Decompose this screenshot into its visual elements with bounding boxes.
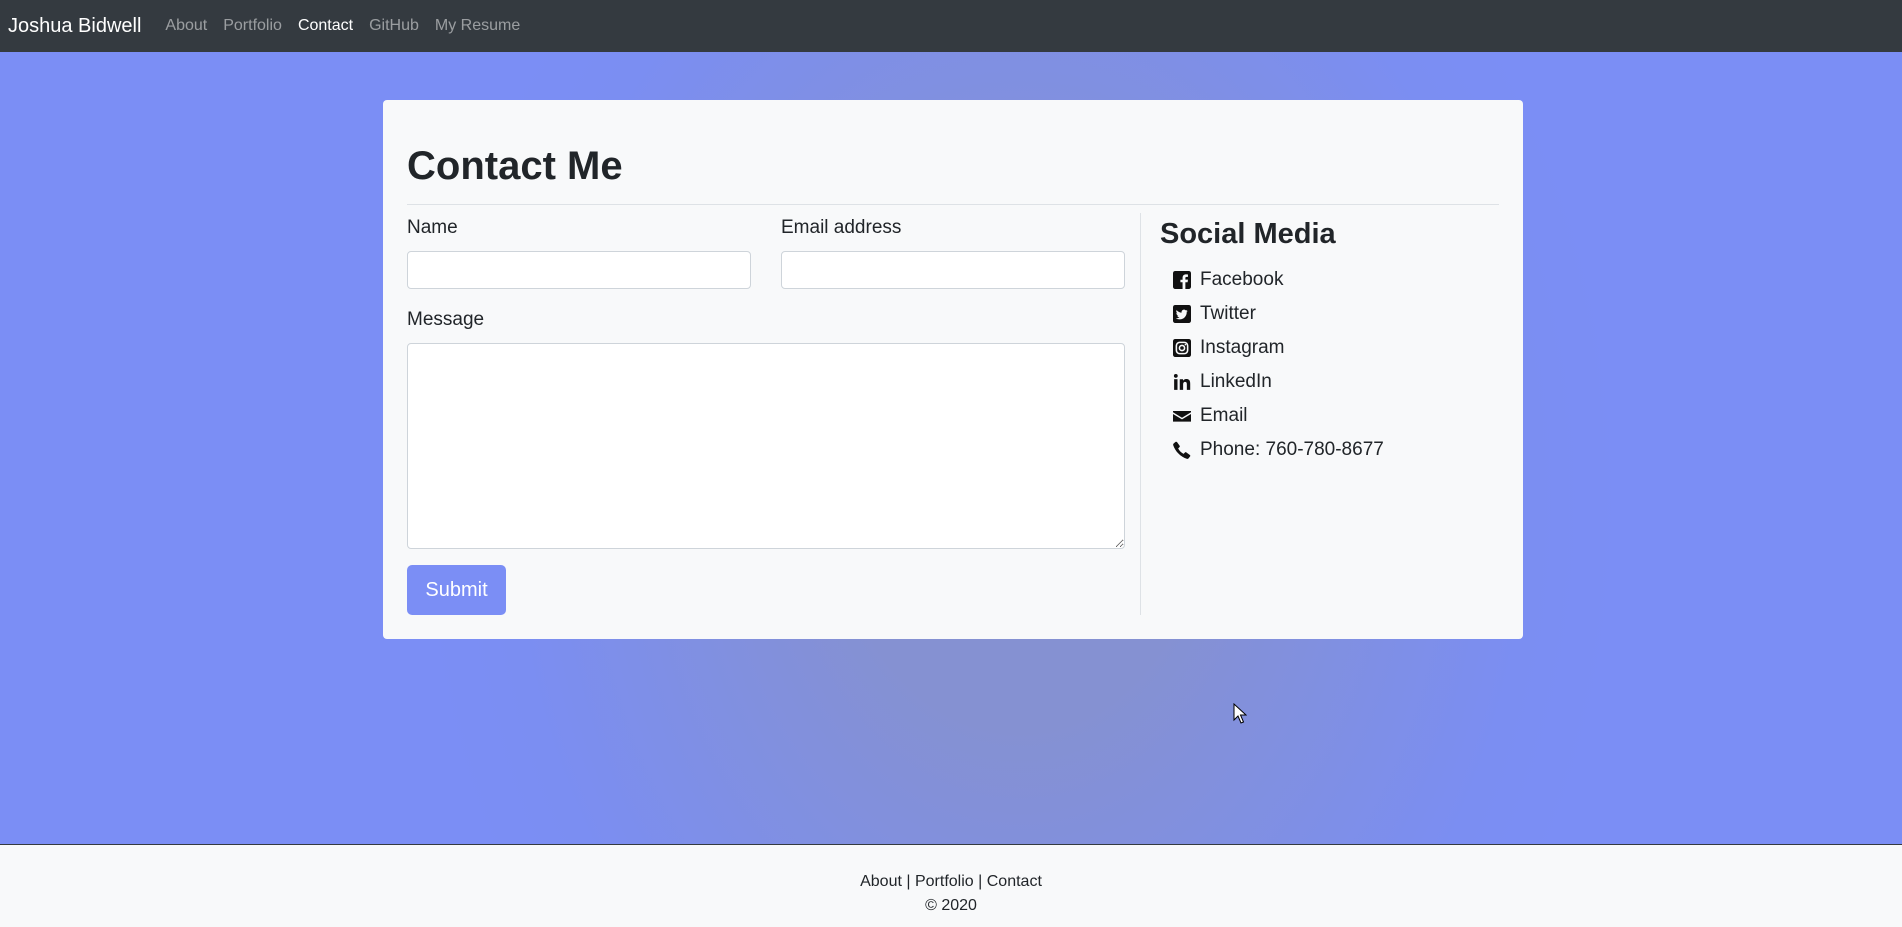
- linkedin-icon: [1172, 372, 1192, 392]
- facebook-icon: [1172, 270, 1192, 290]
- nav-github[interactable]: GitHub: [369, 17, 419, 35]
- message-label: Message: [407, 309, 485, 330]
- name-input[interactable]: [407, 251, 751, 289]
- footer: About | Portfolio | Contact © 2020: [0, 844, 1902, 927]
- social-item-label: Instagram: [1200, 337, 1285, 358]
- column-divider: [1140, 213, 1141, 615]
- instagram-icon: [1172, 338, 1192, 358]
- title-divider: [407, 204, 1499, 205]
- social-media-list: Facebook Twitter Instagram LinkedIn Emai…: [1172, 263, 1384, 467]
- social-item-email[interactable]: Email: [1172, 399, 1384, 433]
- social-item-label: Phone: 760-780-8677: [1200, 439, 1384, 460]
- social-item-phone[interactable]: Phone: 760-780-8677: [1172, 433, 1384, 467]
- submit-button[interactable]: Submit: [407, 565, 506, 615]
- nav-about[interactable]: About: [165, 17, 207, 35]
- footer-links: About | Portfolio | Contact: [0, 871, 1902, 893]
- social-item-instagram[interactable]: Instagram: [1172, 331, 1384, 365]
- name-label: Name: [407, 217, 458, 238]
- social-item-facebook[interactable]: Facebook: [1172, 263, 1384, 297]
- nav-resume[interactable]: My Resume: [435, 17, 520, 35]
- contact-card: Contact Me Name Email address Message Su…: [383, 100, 1523, 639]
- email-label: Email address: [781, 217, 902, 238]
- footer-link-about[interactable]: About: [860, 873, 902, 890]
- navbar: Joshua Bidwell About Portfolio Contact G…: [0, 0, 1902, 52]
- footer-separator: |: [906, 873, 911, 890]
- social-item-linkedin[interactable]: LinkedIn: [1172, 365, 1384, 399]
- nav-contact[interactable]: Contact: [298, 17, 353, 35]
- envelope-icon: [1172, 406, 1192, 426]
- social-item-twitter[interactable]: Twitter: [1172, 297, 1384, 331]
- phone-icon: [1172, 440, 1192, 460]
- page-title: Contact Me: [407, 144, 623, 188]
- copyright: © 2020: [925, 897, 977, 914]
- email-input[interactable]: [781, 251, 1125, 289]
- social-item-label: LinkedIn: [1200, 371, 1272, 392]
- footer-separator: |: [978, 873, 983, 890]
- social-item-label: Email: [1200, 405, 1248, 426]
- social-item-label: Facebook: [1200, 269, 1284, 290]
- footer-link-contact[interactable]: Contact: [987, 873, 1042, 890]
- brand-link[interactable]: Joshua Bidwell: [8, 15, 141, 38]
- footer-link-portfolio[interactable]: Portfolio: [915, 873, 974, 890]
- social-media-title: Social Media: [1160, 218, 1336, 250]
- mouse-cursor-icon: [1233, 703, 1247, 724]
- twitter-icon: [1172, 304, 1192, 324]
- nav-portfolio[interactable]: Portfolio: [223, 17, 282, 35]
- social-item-label: Twitter: [1200, 303, 1256, 324]
- message-textarea[interactable]: [407, 343, 1125, 549]
